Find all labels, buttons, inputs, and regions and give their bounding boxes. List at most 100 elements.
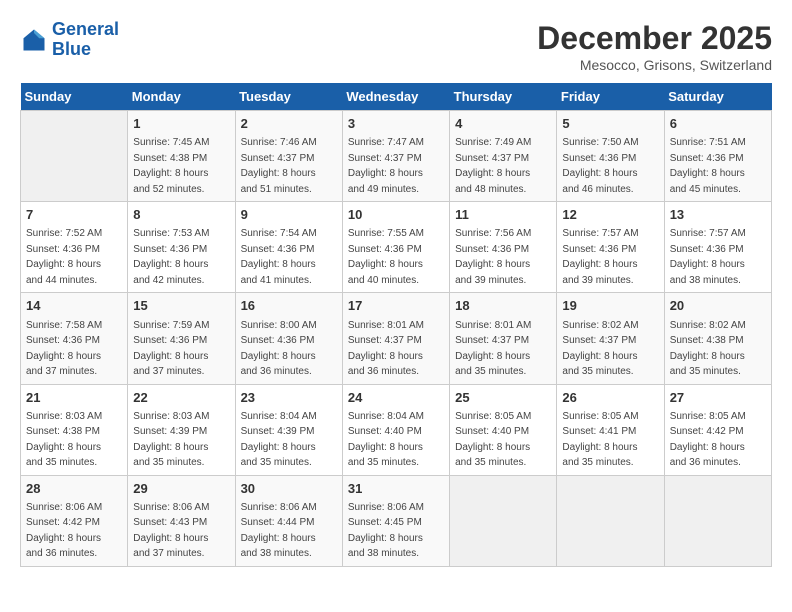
calendar-cell: 30 Sunrise: 8:06 AM Sunset: 4:44 PM Dayli… xyxy=(235,475,342,566)
calendar-cell: 8 Sunrise: 7:53 AM Sunset: 4:36 PM Daylig… xyxy=(128,202,235,293)
day-number: 26 xyxy=(562,389,658,407)
day-number: 7 xyxy=(26,206,122,224)
calendar-cell: 4 Sunrise: 7:49 AM Sunset: 4:37 PM Daylig… xyxy=(450,111,557,202)
day-number: 9 xyxy=(241,206,337,224)
day-info: Sunrise: 8:06 AM Sunset: 4:44 PM Dayligh… xyxy=(241,502,317,560)
day-info: Sunrise: 8:06 AM Sunset: 4:42 PM Dayligh… xyxy=(26,502,102,560)
day-number: 23 xyxy=(241,389,337,407)
calendar-cell: 14 Sunrise: 7:58 AM Sunset: 4:36 PM Dayli… xyxy=(21,293,128,384)
calendar-cell: 18 Sunrise: 8:01 AM Sunset: 4:37 PM Dayli… xyxy=(450,293,557,384)
day-info: Sunrise: 7:53 AM Sunset: 4:36 PM Dayligh… xyxy=(133,228,209,286)
calendar-cell: 1 Sunrise: 7:45 AM Sunset: 4:38 PM Daylig… xyxy=(128,111,235,202)
day-number: 17 xyxy=(348,297,444,315)
title-block: December 2025 Mesocco, Grisons, Switzerl… xyxy=(537,20,772,73)
calendar-cell: 26 Sunrise: 8:05 AM Sunset: 4:41 PM Dayli… xyxy=(557,384,664,475)
calendar-cell: 9 Sunrise: 7:54 AM Sunset: 4:36 PM Daylig… xyxy=(235,202,342,293)
week-row-2: 7 Sunrise: 7:52 AM Sunset: 4:36 PM Daylig… xyxy=(21,202,772,293)
day-number: 4 xyxy=(455,115,551,133)
day-info: Sunrise: 7:47 AM Sunset: 4:37 PM Dayligh… xyxy=(348,137,424,195)
day-number: 6 xyxy=(670,115,766,133)
calendar-cell xyxy=(450,475,557,566)
day-info: Sunrise: 7:51 AM Sunset: 4:36 PM Dayligh… xyxy=(670,137,746,195)
calendar-cell xyxy=(557,475,664,566)
logo-line2: Blue xyxy=(52,39,91,59)
day-info: Sunrise: 7:49 AM Sunset: 4:37 PM Dayligh… xyxy=(455,137,531,195)
logo-icon xyxy=(20,26,48,54)
day-number: 18 xyxy=(455,297,551,315)
calendar-cell: 24Sunrise: 8:04 AM Sunset: 4:40 PM Dayli… xyxy=(342,384,449,475)
day-info: Sunrise: 8:05 AM Sunset: 4:42 PM Dayligh… xyxy=(670,411,746,469)
month-title: December 2025 xyxy=(537,20,772,57)
day-info: Sunrise: 8:01 AM Sunset: 4:37 PM Dayligh… xyxy=(455,320,531,378)
day-info: Sunrise: 7:57 AM Sunset: 4:36 PM Dayligh… xyxy=(670,228,746,286)
page-header: General Blue December 2025 Mesocco, Gris… xyxy=(20,20,772,73)
calendar-cell: 17 Sunrise: 8:01 AM Sunset: 4:37 PM Dayli… xyxy=(342,293,449,384)
day-number: 19 xyxy=(562,297,658,315)
calendar-cell: 15 Sunrise: 7:59 AM Sunset: 4:36 PM Dayli… xyxy=(128,293,235,384)
week-row-3: 14 Sunrise: 7:58 AM Sunset: 4:36 PM Dayli… xyxy=(21,293,772,384)
day-number: 30 xyxy=(241,480,337,498)
day-number: 14 xyxy=(26,297,122,315)
day-info: Sunrise: 7:55 AM Sunset: 4:36 PM Dayligh… xyxy=(348,228,424,286)
day-info: Sunrise: 8:05 AM Sunset: 4:40 PM Dayligh… xyxy=(455,411,531,469)
calendar-cell: 11 Sunrise: 7:56 AM Sunset: 4:36 PM Dayli… xyxy=(450,202,557,293)
calendar-body: 1 Sunrise: 7:45 AM Sunset: 4:38 PM Daylig… xyxy=(21,111,772,567)
header-day-friday: Friday xyxy=(557,83,664,111)
header-day-monday: Monday xyxy=(128,83,235,111)
header-day-saturday: Saturday xyxy=(664,83,771,111)
day-info: Sunrise: 7:50 AM Sunset: 4:36 PM Dayligh… xyxy=(562,137,638,195)
day-info: Sunrise: 7:45 AM Sunset: 4:38 PM Dayligh… xyxy=(133,137,209,195)
calendar-cell: 13 Sunrise: 7:57 AM Sunset: 4:36 PM Dayli… xyxy=(664,202,771,293)
day-number: 31 xyxy=(348,480,444,498)
day-info: Sunrise: 7:46 AM Sunset: 4:37 PM Dayligh… xyxy=(241,137,317,195)
calendar-cell: 27 Sunrise: 8:05 AM Sunset: 4:42 PM Dayli… xyxy=(664,384,771,475)
day-number: 13 xyxy=(670,206,766,224)
day-number: 10 xyxy=(348,206,444,224)
day-number: 29 xyxy=(133,480,229,498)
calendar-cell: 31Sunrise: 8:06 AM Sunset: 4:45 PM Dayli… xyxy=(342,475,449,566)
day-number: 1 xyxy=(133,115,229,133)
calendar-cell xyxy=(664,475,771,566)
calendar-cell: 3 Sunrise: 7:47 AM Sunset: 4:37 PM Daylig… xyxy=(342,111,449,202)
day-number: 28 xyxy=(26,480,122,498)
logo-text: General Blue xyxy=(52,20,119,60)
calendar-cell: 28 Sunrise: 8:06 AM Sunset: 4:42 PM Dayli… xyxy=(21,475,128,566)
header-day-tuesday: Tuesday xyxy=(235,83,342,111)
calendar-header: SundayMondayTuesdayWednesdayThursdayFrid… xyxy=(21,83,772,111)
day-info: Sunrise: 7:57 AM Sunset: 4:36 PM Dayligh… xyxy=(562,228,638,286)
day-number: 16 xyxy=(241,297,337,315)
day-number: 27 xyxy=(670,389,766,407)
calendar-cell: 20Sunrise: 8:02 AM Sunset: 4:38 PM Dayli… xyxy=(664,293,771,384)
day-info: Sunrise: 8:02 AM Sunset: 4:37 PM Dayligh… xyxy=(562,320,638,378)
day-info: Sunrise: 8:05 AM Sunset: 4:41 PM Dayligh… xyxy=(562,411,638,469)
day-info: Sunrise: 7:56 AM Sunset: 4:36 PM Dayligh… xyxy=(455,228,531,286)
calendar-cell: 23 Sunrise: 8:04 AM Sunset: 4:39 PM Dayli… xyxy=(235,384,342,475)
calendar-cell: 25 Sunrise: 8:05 AM Sunset: 4:40 PM Dayli… xyxy=(450,384,557,475)
header-row: SundayMondayTuesdayWednesdayThursdayFrid… xyxy=(21,83,772,111)
day-number: 12 xyxy=(562,206,658,224)
header-day-wednesday: Wednesday xyxy=(342,83,449,111)
day-info: Sunrise: 8:00 AM Sunset: 4:36 PM Dayligh… xyxy=(241,320,317,378)
week-row-1: 1 Sunrise: 7:45 AM Sunset: 4:38 PM Daylig… xyxy=(21,111,772,202)
day-info: Sunrise: 8:06 AM Sunset: 4:43 PM Dayligh… xyxy=(133,502,209,560)
header-day-sunday: Sunday xyxy=(21,83,128,111)
day-number: 8 xyxy=(133,206,229,224)
day-number: 15 xyxy=(133,297,229,315)
day-info: Sunrise: 8:03 AM Sunset: 4:39 PM Dayligh… xyxy=(133,411,209,469)
day-info: Sunrise: 8:03 AM Sunset: 4:38 PM Dayligh… xyxy=(26,411,102,469)
day-info: Sunrise: 7:58 AM Sunset: 4:36 PM Dayligh… xyxy=(26,320,102,378)
calendar-cell: 7 Sunrise: 7:52 AM Sunset: 4:36 PM Daylig… xyxy=(21,202,128,293)
logo-line1: General xyxy=(52,19,119,39)
calendar-cell: 10 Sunrise: 7:55 AM Sunset: 4:36 PM Dayli… xyxy=(342,202,449,293)
day-number: 25 xyxy=(455,389,551,407)
day-info: Sunrise: 7:54 AM Sunset: 4:36 PM Dayligh… xyxy=(241,228,317,286)
day-info: Sunrise: 7:59 AM Sunset: 4:36 PM Dayligh… xyxy=(133,320,209,378)
day-number: 11 xyxy=(455,206,551,224)
day-info: Sunrise: 8:04 AM Sunset: 4:39 PM Dayligh… xyxy=(241,411,317,469)
day-number: 3 xyxy=(348,115,444,133)
week-row-4: 21Sunrise: 8:03 AM Sunset: 4:38 PM Dayli… xyxy=(21,384,772,475)
calendar-cell: 29 Sunrise: 8:06 AM Sunset: 4:43 PM Dayli… xyxy=(128,475,235,566)
day-info: Sunrise: 7:52 AM Sunset: 4:36 PM Dayligh… xyxy=(26,228,102,286)
day-info: Sunrise: 8:01 AM Sunset: 4:37 PM Dayligh… xyxy=(348,320,424,378)
calendar-cell: 16 Sunrise: 8:00 AM Sunset: 4:36 PM Dayli… xyxy=(235,293,342,384)
